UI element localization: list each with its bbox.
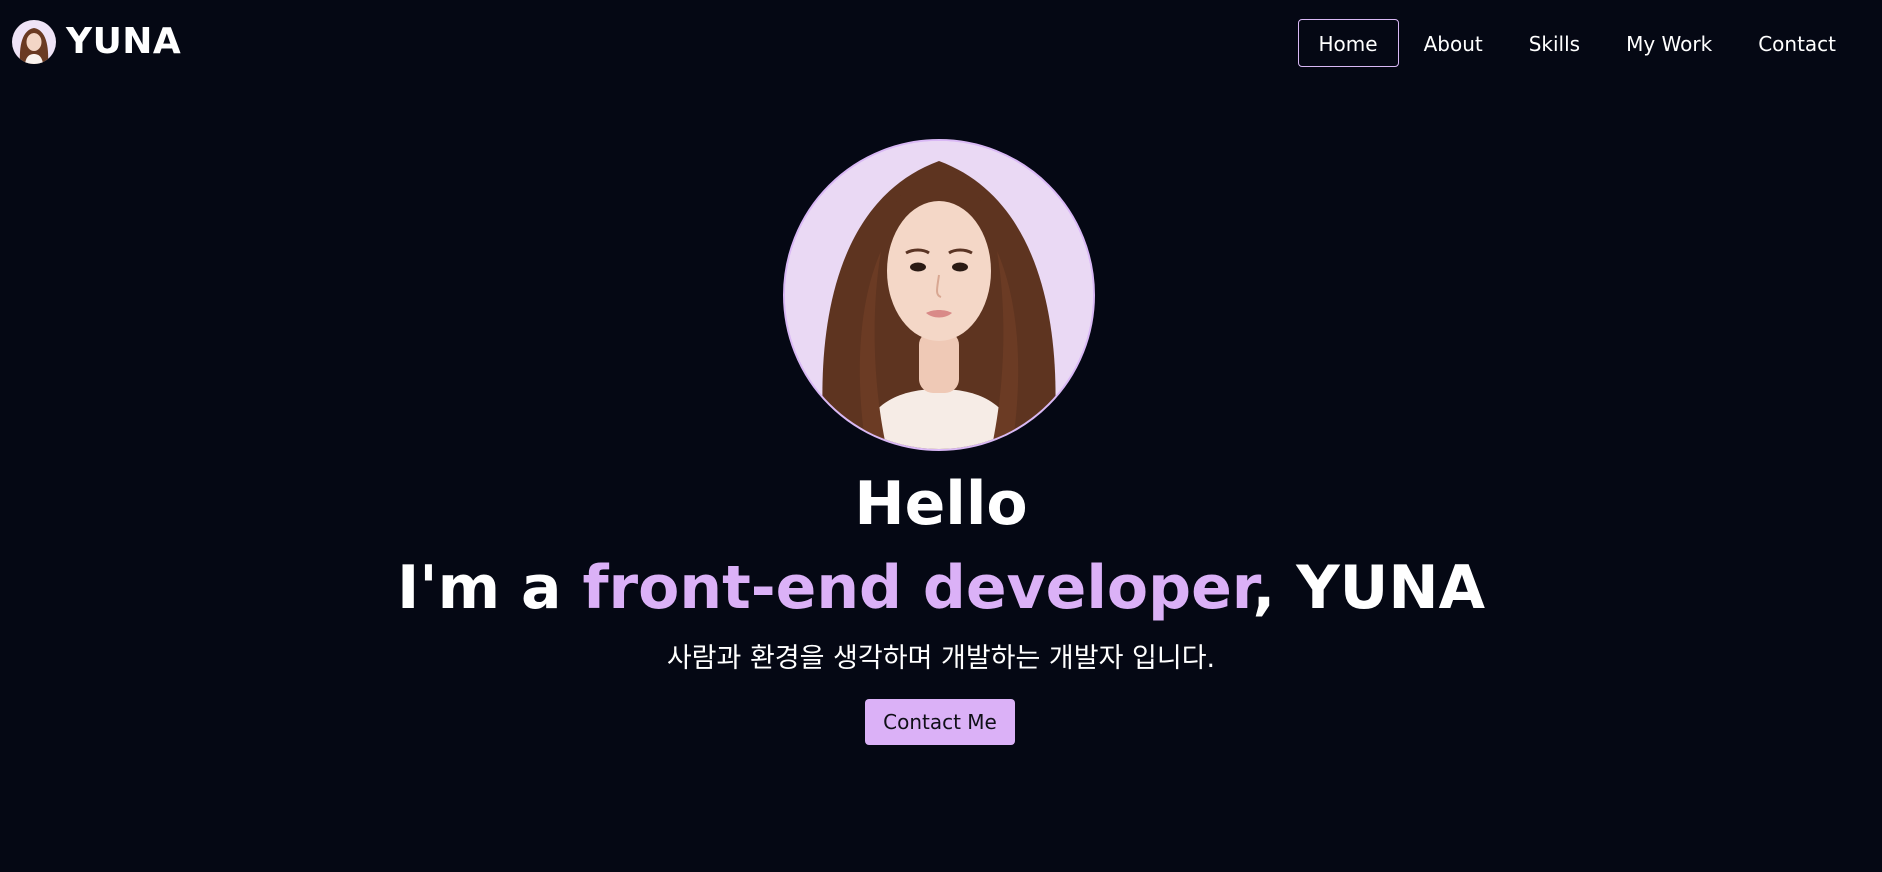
logo-avatar	[12, 20, 56, 64]
logo-link[interactable]: YUNA	[12, 20, 181, 64]
site-header: YUNA Home About Skills My Work Contact	[0, 0, 1882, 86]
nav-my-work[interactable]: My Work	[1605, 19, 1733, 67]
hero-greeting: Hello	[854, 469, 1028, 539]
hero-description: 사람과 환경을 생각하며 개발하는 개발자 입니다.	[666, 643, 1216, 674]
profile-portrait	[783, 139, 1095, 451]
nav-home[interactable]: Home	[1297, 19, 1399, 67]
intro-prefix: I'm a	[396, 553, 583, 623]
intro-highlight: front-end developer	[582, 553, 1253, 623]
intro-suffix: , YUNA	[1252, 553, 1486, 623]
nav-contact[interactable]: Contact	[1737, 19, 1857, 67]
main-nav: Home About Skills My Work Contact	[1294, 19, 1857, 67]
nav-about[interactable]: About	[1403, 19, 1504, 67]
logo-text: YUNA	[66, 21, 182, 62]
hero-intro: I'm a front-end developer, YUNA	[0, 550, 1882, 626]
contact-me-button[interactable]: Contact Me	[865, 699, 1015, 745]
nav-skills[interactable]: Skills	[1508, 19, 1601, 67]
